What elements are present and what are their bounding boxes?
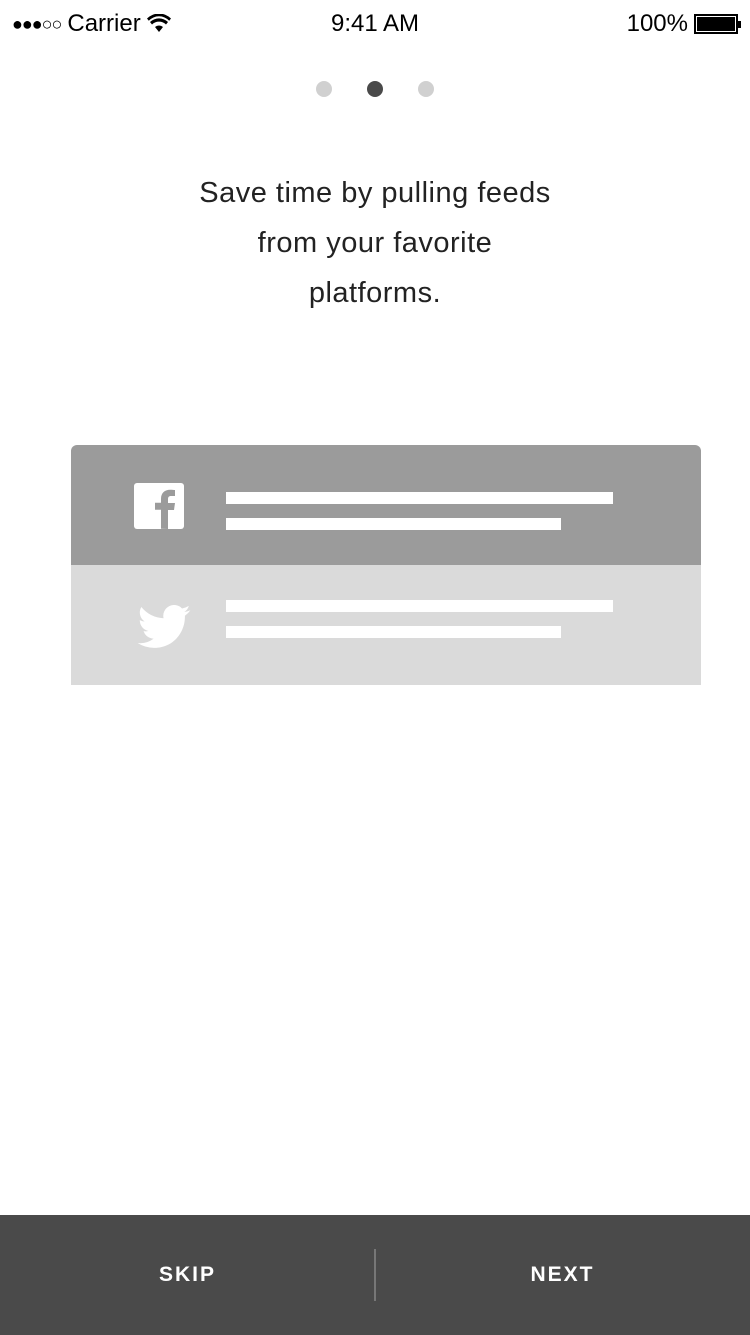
placeholder-line xyxy=(226,492,613,504)
placeholder-line xyxy=(226,518,561,530)
battery-icon xyxy=(694,14,741,34)
placeholder-line xyxy=(226,600,613,612)
page-dot-active[interactable] xyxy=(367,81,383,97)
page-indicator xyxy=(0,81,750,97)
onboarding-message: Save time by pulling feeds from your fav… xyxy=(150,168,600,318)
twitter-icon xyxy=(137,605,191,648)
divider xyxy=(374,1249,376,1301)
message-line: Save time by pulling feeds xyxy=(199,177,551,209)
battery-percent: 100% xyxy=(626,10,688,37)
placeholder-line xyxy=(226,626,561,638)
page-dot[interactable] xyxy=(316,81,332,97)
facebook-feed-row xyxy=(71,445,701,565)
footer-bar: SKIP NEXT xyxy=(0,1215,750,1335)
message-line: platforms. xyxy=(308,277,442,309)
skip-button[interactable]: SKIP xyxy=(0,1215,375,1335)
status-bar: ●●●○○ Carrier 9:41 AM 100% xyxy=(0,0,750,46)
next-button[interactable]: NEXT xyxy=(375,1215,750,1335)
twitter-feed-row xyxy=(71,565,701,685)
page-dot[interactable] xyxy=(418,81,434,97)
message-line: from your favorite xyxy=(257,227,493,259)
facebook-icon xyxy=(134,483,184,529)
feeds-illustration xyxy=(71,445,701,685)
